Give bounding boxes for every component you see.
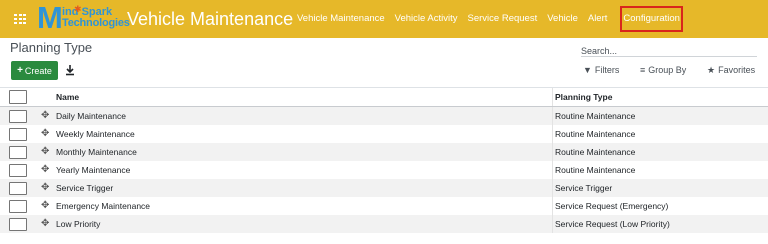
drag-handle-icon[interactable]: ✥	[41, 201, 49, 211]
column-divider	[552, 197, 553, 215]
drag-handle-icon[interactable]: ✥	[41, 111, 49, 121]
table-row[interactable]: ✥ Daily Maintenance Routine Maintenance	[0, 107, 768, 125]
logo-gear-icon: ✱	[74, 4, 82, 14]
drag-handle-icon[interactable]: ✥	[41, 183, 49, 193]
row-planning-type: Routine Maintenance	[555, 147, 636, 157]
drag-handle-icon[interactable]: ✥	[41, 165, 49, 175]
company-logo: M ind Spark ✱ Technologies	[37, 0, 130, 35]
column-divider	[552, 143, 553, 161]
table-row[interactable]: ✥ Weekly Maintenance Routine Maintenance	[0, 125, 768, 143]
logo-letter: M	[37, 0, 63, 35]
app-title: Vehicle Maintenance	[127, 9, 294, 29]
row-planning-type: Service Request (Emergency)	[555, 201, 669, 211]
row-planning-type: Routine Maintenance	[555, 165, 636, 175]
row-checkbox[interactable]	[9, 145, 27, 159]
row-name: Yearly Maintenance	[56, 165, 131, 175]
row-checkbox[interactable]	[9, 127, 27, 141]
column-divider	[552, 88, 553, 106]
row-name: Weekly Maintenance	[56, 129, 135, 139]
row-checkbox[interactable]	[9, 163, 27, 177]
drag-handle-icon[interactable]: ✥	[41, 147, 49, 157]
group-by-icon: ≡	[640, 65, 646, 75]
create-label: Create	[24, 65, 52, 76]
column-divider	[552, 125, 553, 143]
search-input[interactable]	[581, 46, 751, 56]
logo-line2: Technologies	[62, 17, 130, 29]
top-navbar: M ind Spark ✱ Technologies Vehicle Maint…	[0, 0, 768, 38]
apps-menu-button[interactable]	[0, 0, 40, 38]
column-header-planning-type[interactable]: Planning Type	[555, 92, 612, 102]
main-menu: Vehicle Maintenance Vehicle Activity Ser…	[292, 0, 689, 38]
row-planning-type: Routine Maintenance	[555, 129, 636, 139]
menu-item-configuration[interactable]: Configuration	[614, 0, 689, 38]
group-by-button[interactable]: ≡ Group By	[640, 62, 686, 78]
menu-item-service-request[interactable]: Service Request	[463, 0, 543, 38]
menu-item-vehicle-maintenance[interactable]: Vehicle Maintenance	[292, 0, 390, 38]
menu-item-alert[interactable]: Alert	[583, 0, 613, 38]
table-row[interactable]: ✥ Emergency Maintenance Service Request …	[0, 197, 768, 215]
row-checkbox[interactable]	[9, 181, 27, 195]
filter-icon: ▼	[583, 65, 592, 75]
star-icon: ★	[707, 64, 716, 75]
search-box	[581, 41, 757, 57]
column-divider	[552, 161, 553, 179]
filters-label: Filters	[594, 65, 620, 75]
drag-handle-icon[interactable]: ✥	[41, 129, 49, 139]
filters-button[interactable]: ▼ Filters	[583, 62, 619, 78]
plus-icon: +	[17, 65, 23, 76]
menu-item-vehicle[interactable]: Vehicle	[542, 0, 583, 38]
column-header-name[interactable]: Name	[56, 92, 79, 102]
list-table: Name Planning Type ✥ Daily Maintenance R…	[0, 87, 768, 233]
row-checkbox[interactable]	[9, 217, 27, 231]
table-row[interactable]: ✥ Low Priority Service Request (Low Prio…	[0, 215, 768, 233]
row-checkbox[interactable]	[9, 199, 27, 213]
row-name: Emergency Maintenance	[56, 201, 151, 211]
row-planning-type: Service Trigger	[555, 183, 613, 193]
column-divider	[552, 215, 553, 233]
row-name: Low Priority	[56, 219, 101, 229]
column-divider	[552, 107, 553, 125]
create-button[interactable]: + Create	[11, 61, 58, 80]
favorites-button[interactable]: ★ Favorites	[707, 62, 755, 78]
row-checkbox[interactable]	[9, 109, 27, 123]
table-header: Name Planning Type	[0, 87, 768, 107]
group-by-label: Group By	[648, 65, 687, 75]
row-name: Monthly Maintenance	[56, 147, 137, 157]
table-row[interactable]: ✥ Monthly Maintenance Routine Maintenanc…	[0, 143, 768, 161]
grid-icon	[14, 14, 26, 24]
table-row[interactable]: ✥ Service Trigger Service Trigger	[0, 179, 768, 197]
drag-handle-icon[interactable]: ✥	[41, 219, 49, 229]
download-icon	[66, 65, 74, 76]
menu-item-vehicle-activity[interactable]: Vehicle Activity	[390, 0, 463, 38]
table-row[interactable]: ✥ Yearly Maintenance Routine Maintenance	[0, 161, 768, 179]
favorites-label: Favorites	[718, 65, 756, 75]
row-name: Daily Maintenance	[56, 111, 126, 121]
row-name: Service Trigger	[56, 183, 114, 193]
column-divider	[552, 179, 553, 197]
breadcrumb: Planning Type	[10, 40, 93, 55]
row-planning-type: Service Request (Low Priority)	[555, 219, 670, 229]
select-all-checkbox[interactable]	[9, 90, 27, 104]
row-planning-type: Routine Maintenance	[555, 111, 636, 121]
download-button[interactable]	[64, 62, 76, 78]
